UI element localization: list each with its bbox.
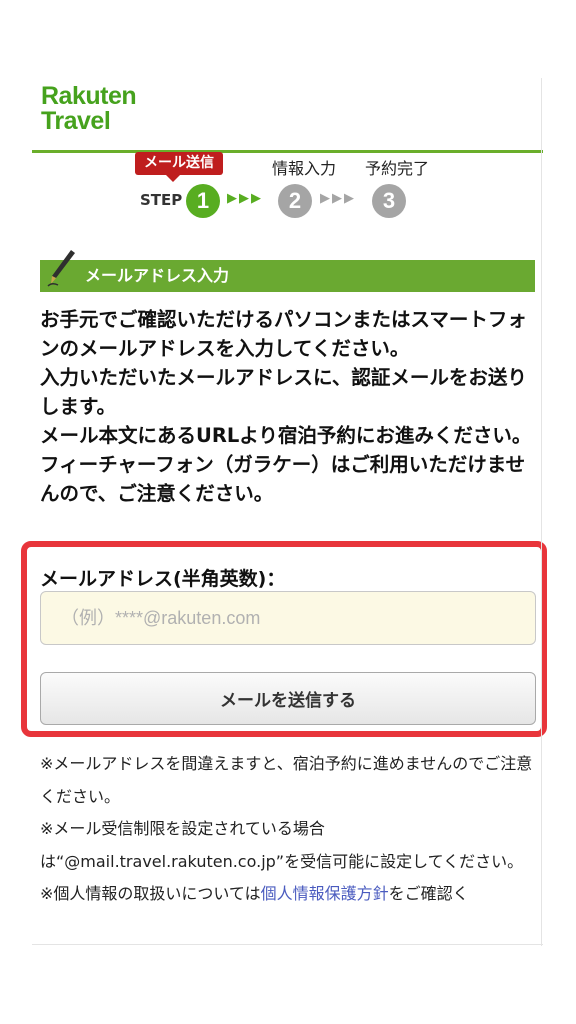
pen-icon	[47, 250, 75, 287]
page-border	[541, 78, 542, 946]
note-mail-filter: ※メール受信制限を設定されている場合は“@mail.travel.rakuten…	[40, 819, 524, 871]
step-label-complete: 予約完了	[365, 159, 430, 178]
note-privacy-suffix: をご確認く	[388, 884, 469, 903]
note-privacy: ※個人情報の取扱いについては個人情報保護方針をご確認く	[40, 878, 540, 911]
intro-paragraph: フィーチャーフォン（ガラケー）はご利用いただけませんので、ご注意ください。	[40, 453, 526, 505]
intro-paragraph: メール本文にあるURLより宿泊予約にお進みください。	[40, 424, 532, 447]
rakuten-travel-logo[interactable]: Rakuten Travel	[41, 82, 137, 135]
logo-line-2: Travel	[41, 107, 111, 135]
privacy-policy-link[interactable]: 個人情報保護方針	[261, 884, 389, 903]
section-heading: メールアドレス入力	[40, 250, 535, 292]
intro-text: お手元でご確認いただけるパソコンまたはスマートフォンのメールアドレスを入力してく…	[40, 305, 540, 508]
intro-paragraph: 入力いただいたメールアドレスに、認証メールをお送りします。	[40, 366, 527, 418]
intro-paragraph: お手元でご確認いただけるパソコンまたはスマートフォンのメールアドレスを入力してく…	[40, 308, 527, 360]
page-container: Rakuten Travel メール送信 情報入力 予約完了 STEP 1 ▶▶…	[21, 78, 547, 946]
step-arrows-icon: ▶▶▶	[227, 191, 263, 206]
step-label-info: 情報入力	[272, 159, 337, 178]
badge-pointer	[166, 175, 180, 182]
step-word: STEP	[140, 191, 183, 209]
section-heading-text: メールアドレス入力	[85, 266, 230, 285]
header-divider	[32, 150, 543, 153]
notes: ※メールアドレスを間違えますと、宿泊予約に進めませんのでご注意ください。 ※メー…	[40, 748, 540, 911]
email-field-label: メールアドレス(半角英数)：	[40, 568, 286, 590]
page-bottom-divider	[32, 944, 543, 945]
step-arrows-icon: ▶▶▶	[320, 191, 356, 206]
note-typo-warning: ※メールアドレスを間違えますと、宿泊予約に進めませんのでご注意ください。	[40, 754, 533, 806]
email-field[interactable]	[40, 591, 536, 645]
step-3-circle: 3	[372, 184, 406, 218]
step-2-circle: 2	[278, 184, 312, 218]
logo-line-1: Rakuten	[41, 82, 137, 110]
send-email-button[interactable]: メールを送信する	[40, 672, 536, 725]
current-step-badge: メール送信	[135, 152, 223, 175]
step-1-circle: 1	[186, 184, 220, 218]
note-privacy-prefix: ※個人情報の取扱いについては	[40, 884, 261, 903]
